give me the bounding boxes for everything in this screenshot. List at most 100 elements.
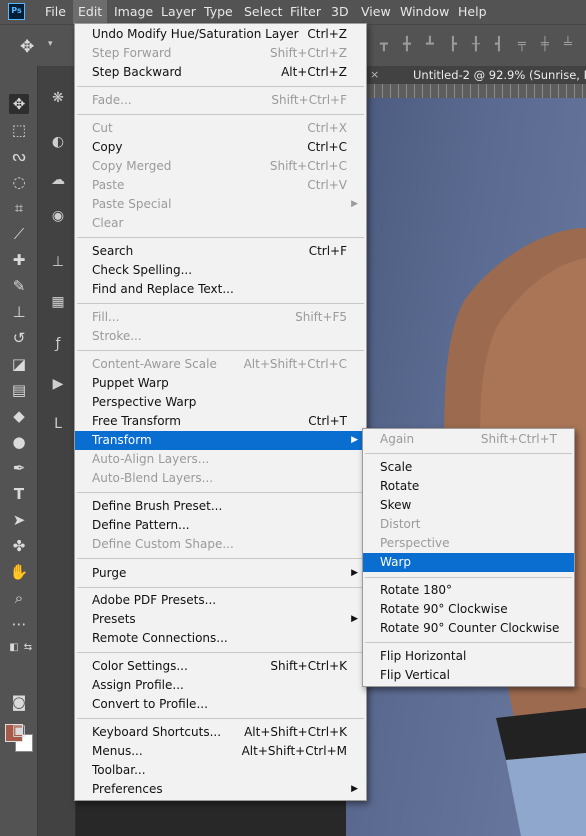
menu-item-scale[interactable]: Scale [363, 458, 574, 477]
menu-item-presets[interactable]: Presets ▶ [75, 610, 366, 629]
adjustments-panel-icon[interactable]: ◉ [48, 206, 68, 226]
hand-tool-icon[interactable]: ✋ [9, 562, 29, 582]
menu-item-color-settings[interactable]: Color Settings... Shift+Ctrl+K [75, 657, 366, 676]
menu-item-menus[interactable]: Menus... Alt+Shift+Ctrl+M [75, 742, 366, 761]
align-hcenter-icon[interactable]: ╂ [472, 37, 486, 53]
menu-file[interactable]: File [40, 0, 71, 24]
menu-item-define-pattern[interactable]: Define Pattern... [75, 516, 366, 535]
move-tool-icon[interactable]: ✥ [9, 94, 29, 114]
dodge-tool-icon[interactable]: ● [9, 432, 29, 452]
lasso-tool-icon[interactable]: ᔓ [9, 146, 29, 166]
menu-item-puppet-warp[interactable]: Puppet Warp [75, 374, 366, 393]
menu-window[interactable]: Window [395, 0, 454, 24]
libraries-panel-icon[interactable]: ☁ [48, 170, 68, 190]
play-panel-icon[interactable]: ▶ [48, 374, 68, 394]
blur-tool-icon[interactable]: ◆ [9, 406, 29, 426]
menu-select[interactable]: Select [239, 0, 288, 24]
align-left-icon[interactable]: ┣ [449, 37, 463, 53]
menu-item-warp[interactable]: Warp [363, 553, 574, 572]
distribute-bottom-icon[interactable]: ╧ [564, 37, 578, 53]
menu-item-step-forward[interactable]: Step Forward Shift+Ctrl+Z [75, 44, 366, 63]
pen-tool-icon[interactable]: ✒ [9, 458, 29, 478]
align-bottom-icon[interactable]: ┻ [426, 37, 440, 53]
menu-item-distort[interactable]: Distort [363, 515, 574, 534]
menu-item-cut[interactable]: Cut Ctrl+X [75, 119, 366, 138]
fx-panel-icon[interactable]: ƒ [48, 334, 68, 354]
menu-item-copy-merged[interactable]: Copy Merged Shift+Ctrl+C [75, 157, 366, 176]
swap-colors-icon[interactable]: ⇆ [18, 638, 38, 658]
menu-item-rotate-90-cw[interactable]: Rotate 90° Clockwise [363, 600, 574, 619]
distribute-top-icon[interactable]: ╤ [518, 37, 532, 53]
menu-type[interactable]: Type [199, 0, 238, 24]
menu-item-find-replace[interactable]: Find and Replace Text... [75, 280, 366, 299]
history-brush-tool-icon[interactable]: ↺ [9, 328, 29, 348]
menu-layer[interactable]: Layer [156, 0, 201, 24]
menu-item-preferences[interactable]: Preferences ▶ [75, 780, 366, 799]
marquee-tool-icon[interactable]: ⬚ [9, 120, 29, 140]
menu-filter[interactable]: Filter [285, 0, 326, 24]
menu-view[interactable]: View [356, 0, 396, 24]
shape-tool-icon[interactable]: ✤ [9, 536, 29, 556]
menu-edit[interactable]: Edit [73, 0, 108, 24]
menu-item-skew[interactable]: Skew [363, 496, 574, 515]
type-tool-icon[interactable]: T [9, 484, 29, 504]
menu-item-content-aware-scale[interactable]: Content-Aware Scale Alt+Shift+Ctrl+C [75, 355, 366, 374]
align-vcenter-icon[interactable]: ╋ [403, 37, 417, 53]
eraser-tool-icon[interactable]: ◪ [9, 354, 29, 374]
menu-item-undo[interactable]: Undo Modify Hue/Saturation Layer Ctrl+Z [75, 25, 366, 44]
menu-item-search[interactable]: Search Ctrl+F [75, 242, 366, 261]
menu-item-define-custom-shape[interactable]: Define Custom Shape... [75, 535, 366, 554]
menu-3d[interactable]: 3D [326, 0, 354, 24]
align-top-icon[interactable]: ┳ [380, 37, 394, 53]
menu-item-define-brush[interactable]: Define Brush Preset... [75, 497, 366, 516]
menu-help[interactable]: Help [453, 0, 492, 24]
menu-item-free-transform[interactable]: Free Transform Ctrl+T [75, 412, 366, 431]
menu-item-fade[interactable]: Fade... Shift+Ctrl+F [75, 91, 366, 110]
eyedropper-tool-icon[interactable]: ⟋ [9, 224, 29, 244]
menu-item-auto-blend[interactable]: Auto-Blend Layers... [75, 469, 366, 488]
menu-item-flip-horizontal[interactable]: Flip Horizontal [363, 647, 574, 666]
close-icon[interactable]: × [370, 66, 379, 84]
zoom-tool-icon[interactable]: ⌕ [9, 588, 29, 608]
menu-item-again[interactable]: Again Shift+Ctrl+T [363, 430, 574, 449]
path-selection-tool-icon[interactable]: ➤ [9, 510, 29, 530]
distribute-center-icon[interactable]: ╪ [541, 37, 555, 53]
menu-item-transform[interactable]: Transform ▶ [75, 431, 366, 450]
gradient-tool-icon[interactable]: ▤ [9, 380, 29, 400]
menu-item-check-spelling[interactable]: Check Spelling... [75, 261, 366, 280]
menu-item-toolbar[interactable]: Toolbar... [75, 761, 366, 780]
menu-item-keyboard-shortcuts[interactable]: Keyboard Shortcuts... Alt+Shift+Ctrl+K [75, 723, 366, 742]
menu-item-assign-profile[interactable]: Assign Profile... [75, 676, 366, 695]
menu-item-copy[interactable]: Copy Ctrl+C [75, 138, 366, 157]
menu-item-pdf-presets[interactable]: Adobe PDF Presets... [75, 591, 366, 610]
healing-brush-tool-icon[interactable]: ✚ [9, 250, 29, 270]
menu-item-flip-vertical[interactable]: Flip Vertical [363, 666, 574, 685]
menu-item-stroke[interactable]: Stroke... [75, 327, 366, 346]
clone-source-panel-icon[interactable]: ⊥ [48, 252, 68, 272]
menu-item-rotate-90-ccw[interactable]: Rotate 90° Counter Clockwise [363, 619, 574, 638]
quick-selection-tool-icon[interactable]: ◌ [9, 172, 29, 192]
color-panel-icon[interactable]: ❋ [48, 88, 68, 108]
align-right-icon[interactable]: ┫ [495, 37, 509, 53]
menu-item-step-backward[interactable]: Step Backward Alt+Ctrl+Z [75, 63, 366, 82]
document-tab-title[interactable]: Untitled-2 @ 92.9% (Sunrise, RGB [413, 66, 586, 84]
brush-tool-icon[interactable]: ✎ [9, 276, 29, 296]
menu-image[interactable]: Image [109, 0, 158, 24]
menu-item-remote-connections[interactable]: Remote Connections... [75, 629, 366, 648]
learn-panel-icon[interactable]: ◐ [48, 132, 68, 152]
menu-item-convert-profile[interactable]: Convert to Profile... [75, 695, 366, 714]
menu-item-rotate[interactable]: Rotate [363, 477, 574, 496]
edit-toolbar-icon[interactable]: ⋯ [9, 614, 29, 634]
layers-panel-icon[interactable]: L [48, 414, 68, 434]
menu-item-auto-align[interactable]: Auto-Align Layers... [75, 450, 366, 469]
menu-item-clear[interactable]: Clear [75, 214, 366, 233]
screen-mode-icon[interactable]: ▣ [9, 720, 29, 740]
quick-mask-icon[interactable]: ◙ [9, 692, 29, 712]
properties-panel-icon[interactable]: ▦ [48, 292, 68, 312]
menu-item-rotate-180[interactable]: Rotate 180° [363, 581, 574, 600]
move-icon[interactable]: ✥ [20, 37, 34, 57]
menu-item-paste[interactable]: Paste Ctrl+V [75, 176, 366, 195]
menu-item-fill[interactable]: Fill... Shift+F5 [75, 308, 366, 327]
menu-item-paste-special[interactable]: Paste Special ▶ [75, 195, 366, 214]
chevron-down-icon[interactable]: ▾ [48, 39, 53, 49]
